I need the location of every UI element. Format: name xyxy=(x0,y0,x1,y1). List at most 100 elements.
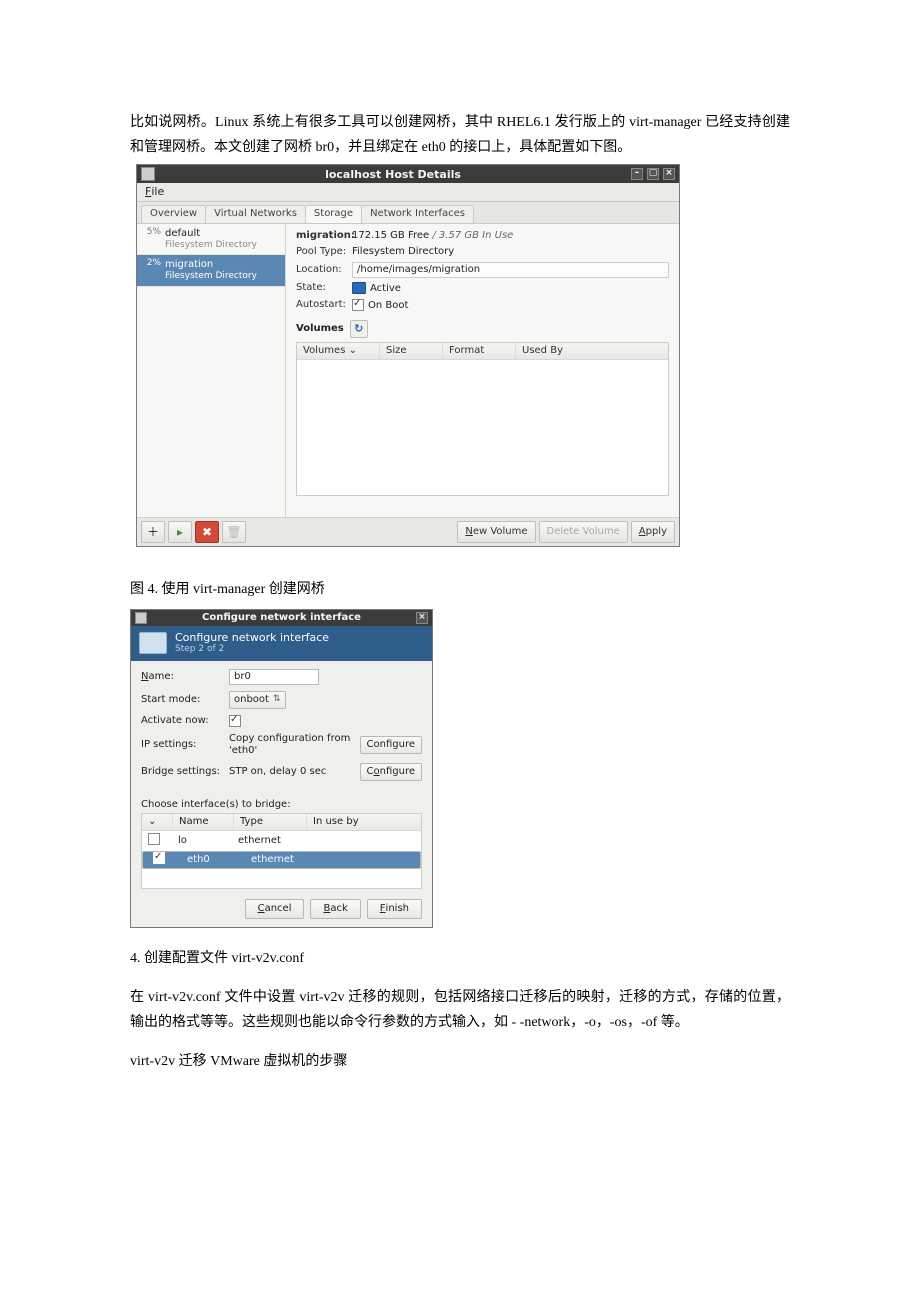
start-mode-select[interactable]: onboot ⇅ xyxy=(229,691,286,709)
fig-host-details: localhost Host Details – ▢ × File Overvi… xyxy=(136,164,680,547)
activate-now-checkbox[interactable] xyxy=(229,715,241,727)
close-icon[interactable]: × xyxy=(663,168,675,180)
window-app-icon xyxy=(135,612,147,624)
add-pool-button[interactable]: ＋ xyxy=(141,521,165,543)
choose-interfaces-label: Choose interface(s) to bridge: xyxy=(141,799,422,811)
pool-details: migration: 172.15 GB Free / 3.57 GB In U… xyxy=(286,224,679,518)
pool-name: default xyxy=(165,228,200,239)
volumes-header: Volumes ↻ xyxy=(296,320,669,338)
row-type: ethernet xyxy=(232,833,304,849)
pool-state-label: State: xyxy=(296,282,352,294)
pool-list-fill xyxy=(137,287,285,517)
volumes-table: Volumes ⌄ Size Format Used By xyxy=(296,342,669,496)
name-input[interactable]: br0 xyxy=(229,669,319,685)
document-page: 比如说网桥。Linux 系统上有很多工具可以创建网桥，其中 RHEL6.1 发行… xyxy=(0,0,920,1142)
delete-volume-button[interactable]: Delete Volume xyxy=(539,521,628,543)
tab-virtual-networks[interactable]: Virtual Networks xyxy=(205,205,306,223)
figure4-caption: 图 4. 使用 virt-manager 创建网桥 xyxy=(130,577,790,602)
paragraph-virtv2vconf: 在 virt-v2v.conf 文件中设置 virt-v2v 迁移的规则，包括网… xyxy=(130,985,790,1035)
label-name: Name: xyxy=(141,671,225,683)
finish-button[interactable]: Finish xyxy=(367,899,422,919)
pool-name-label: migration: xyxy=(296,230,352,242)
col-inuseby[interactable]: In use by xyxy=(307,814,421,830)
pool-state-text: Active xyxy=(370,283,401,294)
close-icon[interactable]: × xyxy=(416,612,428,624)
wizard-buttons: Cancel Back Finish xyxy=(131,889,432,927)
pool-autostart-value: On Boot xyxy=(352,299,669,312)
window-title: Configure network interface xyxy=(147,612,416,624)
pool-autostart-label: Autostart: xyxy=(296,299,352,311)
interfaces-table-header: ⌄ Name Type In use by xyxy=(142,814,421,831)
pool-autostart-text: On Boot xyxy=(368,300,408,311)
row-name: lo xyxy=(172,833,232,849)
label-bridge-settings: Bridge settings: xyxy=(141,766,225,778)
active-state-icon xyxy=(352,282,366,294)
row-inuseby xyxy=(321,858,416,862)
tab-body: 5% default Filesystem Directory 2% migra… xyxy=(137,224,679,518)
col-type[interactable]: Type xyxy=(234,814,307,830)
autostart-checkbox[interactable] xyxy=(352,299,364,311)
pool-location-label: Location: xyxy=(296,264,352,276)
wizard-banner: Configure network interface Step 2 of 2 xyxy=(131,626,432,661)
wizard-title: Configure network interface xyxy=(175,631,329,644)
pool-footer: ＋ ▸ ✖ 🗑 New Volume Delete Volume Apply xyxy=(137,517,679,546)
col-size[interactable]: Size xyxy=(380,343,443,359)
row-inuseby xyxy=(304,839,421,843)
interface-row-eth0[interactable]: eth0 ethernet xyxy=(142,851,421,869)
refresh-button[interactable]: ↻ xyxy=(350,320,368,338)
minimize-icon[interactable]: – xyxy=(631,168,643,180)
col-check[interactable]: ⌄ xyxy=(142,814,173,830)
start-mode-value: onboot xyxy=(234,694,269,706)
stop-pool-button[interactable]: ✖ xyxy=(195,521,219,543)
bridge-configure-button[interactable]: Configure xyxy=(360,763,422,781)
maximize-icon[interactable]: ▢ xyxy=(647,168,659,180)
tab-overview[interactable]: Overview xyxy=(141,205,206,223)
pool-state-value: Active xyxy=(352,282,669,295)
pool-location-input[interactable]: /home/images/migration xyxy=(352,262,669,278)
tabs: Overview Virtual Networks Storage Networ… xyxy=(137,202,679,224)
pool-item-migration[interactable]: 2% migration Filesystem Directory xyxy=(137,255,285,287)
pool-name: migration xyxy=(165,259,213,270)
row-checkbox[interactable] xyxy=(148,833,160,845)
pool-subtype: Filesystem Directory xyxy=(165,271,257,281)
back-button[interactable]: Back xyxy=(310,899,360,919)
wizard-step: Step 2 of 2 xyxy=(175,644,329,655)
ip-configure-button[interactable]: Configure xyxy=(360,736,422,754)
volumes-label: Volumes xyxy=(296,323,344,335)
apply-button[interactable]: Apply xyxy=(631,521,675,543)
dropdown-arrow-icon: ⇅ xyxy=(273,694,281,705)
new-volume-button[interactable]: New Volume xyxy=(457,521,535,543)
pool-item-default[interactable]: 5% default Filesystem Directory xyxy=(137,224,285,256)
tab-network-interfaces[interactable]: Network Interfaces xyxy=(361,205,474,223)
label-activate-now: Activate now: xyxy=(141,715,225,727)
fig-configure-network-interface: Configure network interface × Configure … xyxy=(130,609,433,928)
menu-file[interactable]: File xyxy=(145,185,164,198)
col-usedby[interactable]: Used By xyxy=(516,343,668,359)
col-name[interactable]: Name xyxy=(173,814,234,830)
label-start-mode: Start mode: xyxy=(141,694,225,706)
pool-type-value: Filesystem Directory xyxy=(352,246,669,258)
pool-free: 172.15 GB Free xyxy=(352,230,429,241)
window-app-icon xyxy=(141,167,155,181)
pool-type-label: Pool Type: xyxy=(296,246,352,258)
storage-pool-list: 5% default Filesystem Directory 2% migra… xyxy=(137,224,286,518)
window-title: localhost Host Details xyxy=(155,168,631,181)
interface-row-lo[interactable]: lo ethernet xyxy=(142,831,421,851)
pool-used: / 3.57 GB In Use xyxy=(432,230,513,241)
col-format[interactable]: Format xyxy=(443,343,516,359)
paragraph-vmware-steps: virt-v2v 迁移 VMware 虚拟机的步骤 xyxy=(130,1049,790,1074)
ip-settings-value: Copy configuration from 'eth0' xyxy=(229,733,356,757)
menubar: File xyxy=(137,183,679,201)
row-checkbox[interactable] xyxy=(153,852,165,864)
window-titlebar: Configure network interface × xyxy=(131,610,432,626)
tab-storage[interactable]: Storage xyxy=(305,205,362,223)
col-volumes[interactable]: Volumes ⌄ xyxy=(297,343,380,359)
wizard-form: Name: br0 Start mode: onboot ⇅ Activate now… xyxy=(131,661,432,793)
bridge-settings-value: STP on, delay 0 sec xyxy=(229,766,356,778)
pool-subtype: Filesystem Directory xyxy=(165,240,257,250)
start-pool-button[interactable]: ▸ xyxy=(168,521,192,543)
delete-pool-button[interactable]: 🗑 xyxy=(222,521,246,543)
row-name: eth0 xyxy=(181,852,241,868)
cancel-button[interactable]: Cancel xyxy=(245,899,305,919)
pool-usage-pct: 2% xyxy=(143,259,161,269)
